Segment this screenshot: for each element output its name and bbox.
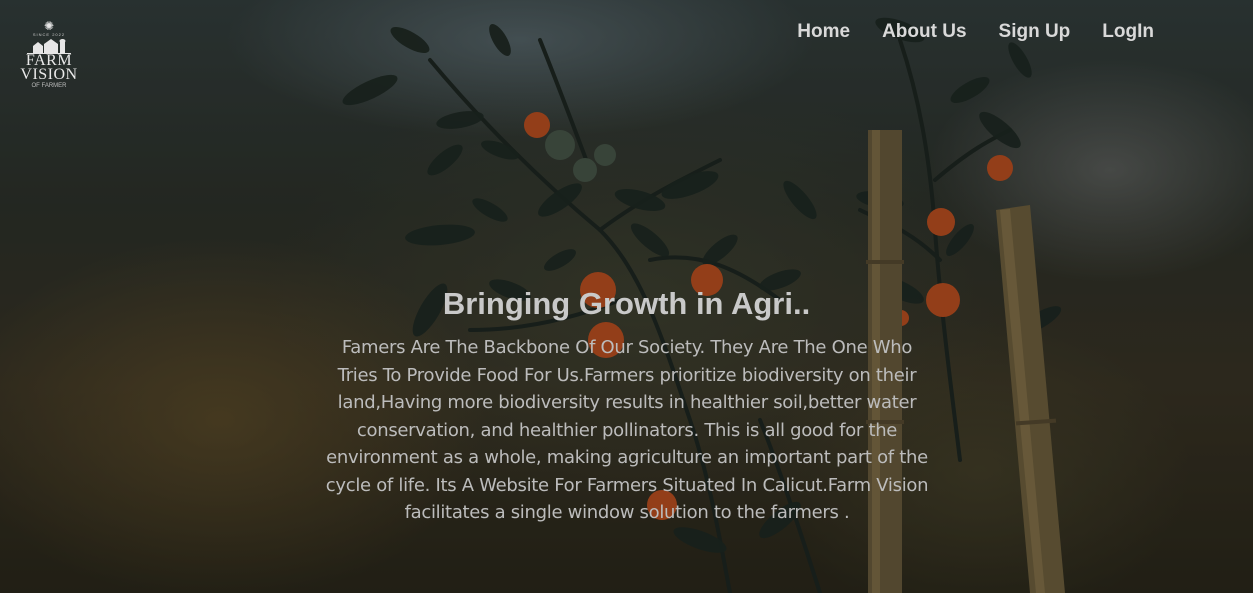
nav-link-sign-up[interactable]: Sign Up <box>999 21 1071 43</box>
nav-link-about-us[interactable]: About Us <box>882 21 966 43</box>
nav-link-login[interactable]: LogIn <box>1102 21 1154 43</box>
farm-vision-logo[interactable]: ✺ SINCE 2022 FARM VISION OF FARMER <box>18 20 80 102</box>
logo-tagline: OF FARMER <box>31 83 67 89</box>
nav-link-home[interactable]: Home <box>797 21 850 43</box>
hero-title: Bringing Growth in Agri.. <box>442 286 811 321</box>
logo-word-vision: VISION <box>20 66 78 83</box>
flower-icon: ✺ <box>43 19 55 33</box>
hero-section: ✺ SINCE 2022 FARM VISION OF FARMER Home … <box>0 0 1253 593</box>
hero-description: Famers Are The Backbone Of Our Society. … <box>325 337 929 523</box>
main-navigation: Home About Us Sign Up LogIn <box>765 21 1154 43</box>
